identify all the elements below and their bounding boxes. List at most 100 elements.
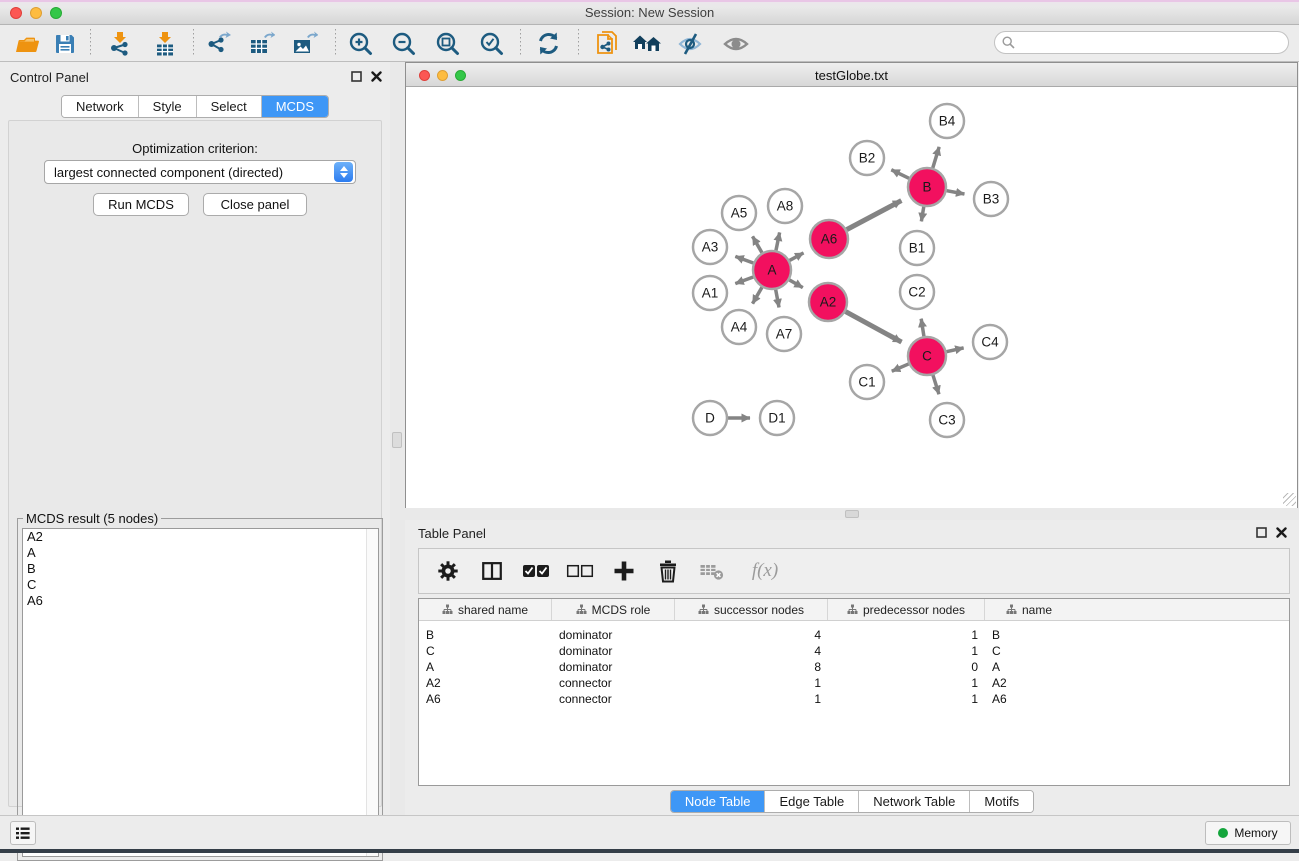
edge-C-C4[interactable] xyxy=(947,348,964,352)
table-row[interactable]: A6connector11A6 xyxy=(419,691,1289,707)
edge-B-B2[interactable] xyxy=(891,170,909,179)
edge-A6-B[interactable] xyxy=(847,201,902,230)
zoom-out-icon[interactable] xyxy=(387,28,421,59)
window-resize-grip[interactable] xyxy=(1283,493,1296,506)
table-cell[interactable]: 1 xyxy=(828,676,985,690)
node-C2[interactable]: C2 xyxy=(900,275,934,309)
tab-mcds[interactable]: MCDS xyxy=(262,96,328,117)
edge-A-A1[interactable] xyxy=(735,277,753,284)
show-graphics-details-icon[interactable] xyxy=(719,28,753,59)
close-panel-icon[interactable] xyxy=(1276,527,1287,538)
network-canvas[interactable]: B4B2BB3A5A8A6A3B1AA1A2C2A4A7CC4C1C3DD1 xyxy=(406,87,1297,508)
table-row[interactable]: Bdominator41B xyxy=(419,627,1289,643)
hide-graphics-details-icon[interactable] xyxy=(673,28,707,59)
table-cell[interactable]: connector xyxy=(552,676,675,690)
splitter-grip[interactable] xyxy=(392,432,402,448)
tab-network-table[interactable]: Network Table xyxy=(859,791,970,812)
splitter-grip[interactable] xyxy=(845,510,859,518)
table-cell[interactable]: B xyxy=(419,628,552,642)
column-header-MCDS-role[interactable]: MCDS role xyxy=(552,599,675,620)
edge-A2-C[interactable] xyxy=(846,312,902,343)
table-cell[interactable]: A xyxy=(419,660,552,674)
node-B4[interactable]: B4 xyxy=(930,104,964,138)
apply-layout-icon[interactable] xyxy=(531,28,565,59)
mcds-result-item[interactable]: C xyxy=(23,577,378,593)
zoom-in-icon[interactable] xyxy=(344,28,378,59)
float-panel-icon[interactable] xyxy=(351,71,362,82)
import-table-icon[interactable] xyxy=(148,28,182,59)
tab-edge-table[interactable]: Edge Table xyxy=(765,791,859,812)
zoom-fit-icon[interactable] xyxy=(431,28,465,59)
node-C1[interactable]: C1 xyxy=(850,365,884,399)
edge-B-B3[interactable] xyxy=(947,191,965,194)
column-header-predecessor-nodes[interactable]: predecessor nodes xyxy=(828,599,985,620)
open-file-icon[interactable] xyxy=(10,28,44,59)
node-D[interactable]: D xyxy=(693,401,727,435)
save-session-icon[interactable] xyxy=(48,28,82,59)
table-cell[interactable]: A xyxy=(985,660,1073,674)
edge-C-C3[interactable] xyxy=(933,375,939,394)
export-network-icon[interactable] xyxy=(201,28,235,59)
table-cell[interactable]: B xyxy=(985,628,1073,642)
edge-A-A3[interactable] xyxy=(735,256,753,263)
node-C3[interactable]: C3 xyxy=(930,403,964,437)
table-row[interactable]: Adominator80A xyxy=(419,659,1289,675)
tab-select[interactable]: Select xyxy=(197,96,262,117)
search-input[interactable] xyxy=(1019,36,1288,50)
node-D1[interactable]: D1 xyxy=(760,401,794,435)
show-column-icon[interactable] xyxy=(477,556,507,586)
table-cell[interactable]: C xyxy=(419,644,552,658)
table-cell[interactable]: A2 xyxy=(419,676,552,690)
close-panel-icon[interactable] xyxy=(371,71,382,82)
mcds-result-list[interactable]: A2ABCA6 xyxy=(22,528,379,857)
table-cell[interactable]: dominator xyxy=(552,660,675,674)
node-B1[interactable]: B1 xyxy=(900,231,934,265)
deselect-all-icon[interactable] xyxy=(565,556,595,586)
function-builder-button[interactable]: f(x) xyxy=(741,556,789,586)
table-cell[interactable]: dominator xyxy=(552,628,675,642)
select-all-icon[interactable] xyxy=(521,556,551,586)
table-cell[interactable]: A2 xyxy=(985,676,1073,690)
table-cell[interactable]: 1 xyxy=(675,676,828,690)
mcds-result-item[interactable]: A6 xyxy=(23,593,378,609)
vertical-splitter[interactable] xyxy=(390,62,405,815)
delete-table-icon[interactable] xyxy=(697,556,727,586)
node-A5[interactable]: A5 xyxy=(722,196,756,230)
delete-column-trash-icon[interactable] xyxy=(653,556,683,586)
close-panel-button[interactable]: Close panel xyxy=(203,193,307,216)
table-settings-gear-icon[interactable] xyxy=(433,556,463,586)
zoom-selected-icon[interactable] xyxy=(475,28,509,59)
optimization-criterion-select[interactable]: largest connected component (directed) xyxy=(44,160,356,184)
edge-A-A4[interactable] xyxy=(753,287,762,303)
table-cell[interactable]: A6 xyxy=(985,692,1073,706)
run-mcds-button[interactable]: Run MCDS xyxy=(93,193,189,216)
edge-C-C2[interactable] xyxy=(921,319,924,337)
node-C4[interactable]: C4 xyxy=(973,325,1007,359)
add-column-icon[interactable] xyxy=(609,556,639,586)
mcds-result-item[interactable]: A xyxy=(23,545,378,561)
export-table-icon[interactable] xyxy=(244,28,278,59)
edge-C-C1[interactable] xyxy=(892,364,909,371)
table-cell[interactable]: dominator xyxy=(552,644,675,658)
horizontal-splitter[interactable] xyxy=(405,508,1299,520)
node-A6[interactable]: A6 xyxy=(810,220,848,258)
new-network-from-selection-icon[interactable] xyxy=(590,28,624,59)
tab-motifs[interactable]: Motifs xyxy=(970,791,1033,812)
edge-A-A8[interactable] xyxy=(776,232,780,250)
task-history-button[interactable] xyxy=(10,821,36,845)
node-A8[interactable]: A8 xyxy=(768,189,802,223)
node-A[interactable]: A xyxy=(753,251,791,289)
table-cell[interactable]: C xyxy=(985,644,1073,658)
mcds-result-item[interactable]: A2 xyxy=(23,529,378,545)
node-C[interactable]: C xyxy=(908,337,946,375)
table-cell[interactable]: connector xyxy=(552,692,675,706)
tab-node-table[interactable]: Node Table xyxy=(671,791,766,812)
table-cell[interactable]: A6 xyxy=(419,692,552,706)
node-A4[interactable]: A4 xyxy=(722,310,756,344)
network-manager-houses-icon[interactable] xyxy=(630,28,664,59)
mcds-result-item[interactable]: B xyxy=(23,561,378,577)
edge-A-A5[interactable] xyxy=(753,236,762,252)
table-cell[interactable]: 1 xyxy=(675,692,828,706)
tab-network[interactable]: Network xyxy=(62,96,139,117)
node-B2[interactable]: B2 xyxy=(850,141,884,175)
